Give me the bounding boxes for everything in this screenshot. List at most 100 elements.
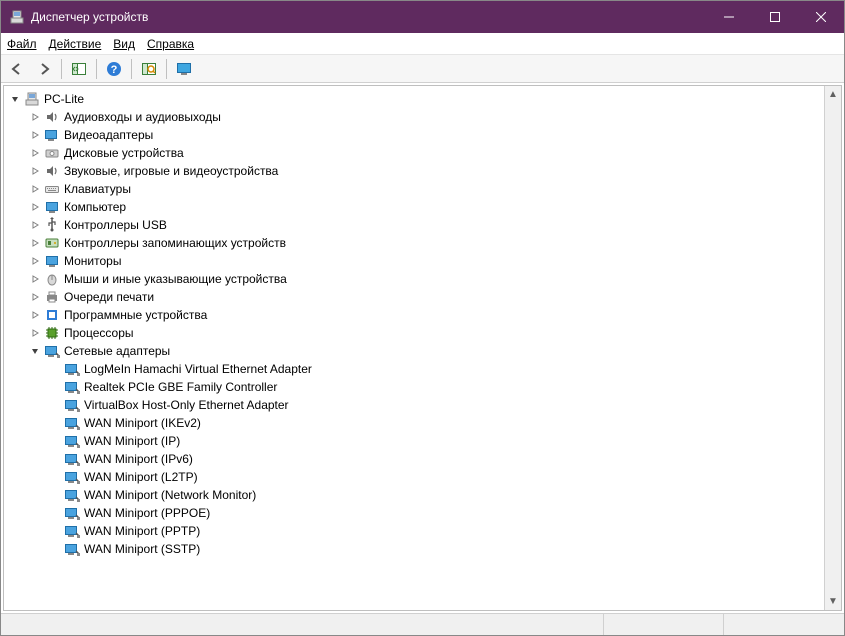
help-button[interactable]: ?: [102, 57, 126, 81]
sound-icon: [44, 163, 60, 179]
collapse-toggle[interactable]: [8, 92, 22, 106]
scan-hardware-button[interactable]: [137, 57, 161, 81]
svg-text:?: ?: [111, 64, 118, 76]
vertical-scrollbar[interactable]: ▲ ▼: [824, 86, 841, 610]
nic-icon: [64, 361, 80, 377]
tree-spacer: [48, 542, 62, 556]
category-label: Контроллеры запоминающих устройств: [64, 236, 286, 250]
device-label: WAN Miniport (IPv6): [84, 452, 193, 466]
tree-category[interactable]: Звуковые, игровые и видеоустройства: [4, 162, 824, 180]
storage-ctrl-icon: [44, 235, 60, 251]
device-label: WAN Miniport (Network Monitor): [84, 488, 256, 502]
back-button[interactable]: [5, 57, 29, 81]
toolbar-separator: [166, 59, 167, 79]
tree-category[interactable]: Клавиатуры: [4, 180, 824, 198]
tree-device[interactable]: VirtualBox Host-Only Ethernet Adapter: [4, 396, 824, 414]
forward-button[interactable]: [32, 57, 56, 81]
minimize-button[interactable]: [706, 1, 752, 33]
tree-device[interactable]: WAN Miniport (SSTP): [4, 540, 824, 558]
expand-toggle[interactable]: [28, 128, 42, 142]
tree-category[interactable]: Дисковые устройства: [4, 144, 824, 162]
menubar: Файл Действие Вид Справка: [1, 33, 844, 55]
nic-icon: [64, 433, 80, 449]
category-label: Видеоадаптеры: [64, 128, 153, 142]
show-hide-tree-button[interactable]: [67, 57, 91, 81]
collapse-toggle[interactable]: [28, 344, 42, 358]
tree-category[interactable]: Мыши и иные указывающие устройства: [4, 270, 824, 288]
category-label: Звуковые, игровые и видеоустройства: [64, 164, 278, 178]
nic-icon: [64, 379, 80, 395]
tree-category[interactable]: Видеоадаптеры: [4, 126, 824, 144]
scroll-up-button[interactable]: ▲: [825, 86, 842, 103]
tree-category[interactable]: Программные устройства: [4, 306, 824, 324]
tree-category[interactable]: Контроллеры USB: [4, 216, 824, 234]
tree-category[interactable]: Сетевые адаптеры: [4, 342, 824, 360]
close-button[interactable]: [798, 1, 844, 33]
tree-device[interactable]: WAN Miniport (IPv6): [4, 450, 824, 468]
tree-category[interactable]: Процессоры: [4, 324, 824, 342]
expand-toggle[interactable]: [28, 290, 42, 304]
toolbar-separator: [96, 59, 97, 79]
category-label: Контроллеры USB: [64, 218, 167, 232]
expand-toggle[interactable]: [28, 110, 42, 124]
audio-icon: [44, 109, 60, 125]
tree-category[interactable]: Очереди печати: [4, 288, 824, 306]
tree-root[interactable]: PC-Lite: [4, 90, 824, 108]
tree-device[interactable]: WAN Miniport (L2TP): [4, 468, 824, 486]
expand-toggle[interactable]: [28, 182, 42, 196]
expand-toggle[interactable]: [28, 236, 42, 250]
device-tree[interactable]: PC-Lite Аудиовходы и аудиовыходы Видеоадап…: [4, 86, 824, 610]
nic-icon: [64, 541, 80, 557]
category-label: Клавиатуры: [64, 182, 131, 196]
tree-device[interactable]: WAN Miniport (IKEv2): [4, 414, 824, 432]
monitor-button[interactable]: [172, 57, 196, 81]
device-label: WAN Miniport (PPPOE): [84, 506, 210, 520]
tree-spacer: [48, 452, 62, 466]
category-label: PC-Lite: [44, 92, 84, 106]
nic-icon: [64, 487, 80, 503]
scroll-down-button[interactable]: ▼: [825, 593, 842, 610]
expand-toggle[interactable]: [28, 308, 42, 322]
menu-view[interactable]: Вид: [113, 37, 135, 51]
category-label: Мониторы: [64, 254, 121, 268]
expand-toggle[interactable]: [28, 164, 42, 178]
category-label: Процессоры: [64, 326, 134, 340]
tree-device[interactable]: Realtek PCIe GBE Family Controller: [4, 378, 824, 396]
nic-icon: [64, 505, 80, 521]
computer-icon: [24, 91, 40, 107]
tree-category[interactable]: Компьютер: [4, 198, 824, 216]
mouse-icon: [44, 271, 60, 287]
expand-toggle[interactable]: [28, 218, 42, 232]
toolbar: ?: [1, 55, 844, 83]
nic-icon: [64, 451, 80, 467]
nic-icon: [64, 523, 80, 539]
tree-device[interactable]: WAN Miniport (PPPOE): [4, 504, 824, 522]
expand-toggle[interactable]: [28, 200, 42, 214]
tree-device[interactable]: LogMeIn Hamachi Virtual Ethernet Adapter: [4, 360, 824, 378]
category-label: Сетевые адаптеры: [64, 344, 170, 358]
tree-category[interactable]: Мониторы: [4, 252, 824, 270]
expand-toggle[interactable]: [28, 254, 42, 268]
tree-device[interactable]: WAN Miniport (PPTP): [4, 522, 824, 540]
menu-help[interactable]: Справка: [147, 37, 194, 51]
menu-file[interactable]: Файл: [7, 37, 37, 51]
category-label: Программные устройства: [64, 308, 207, 322]
expand-toggle[interactable]: [28, 146, 42, 160]
tree-device[interactable]: WAN Miniport (IP): [4, 432, 824, 450]
maximize-button[interactable]: [752, 1, 798, 33]
tree-spacer: [48, 380, 62, 394]
tree-spacer: [48, 506, 62, 520]
device-label: WAN Miniport (IP): [84, 434, 180, 448]
tree-category[interactable]: Аудиовходы и аудиовыходы: [4, 108, 824, 126]
category-label: Аудиовходы и аудиовыходы: [64, 110, 221, 124]
usb-icon: [44, 217, 60, 233]
app-icon: [9, 9, 25, 25]
nic-icon: [64, 469, 80, 485]
tree-category[interactable]: Контроллеры запоминающих устройств: [4, 234, 824, 252]
display-adapter-icon: [44, 127, 60, 143]
expand-toggle[interactable]: [28, 326, 42, 340]
menu-action[interactable]: Действие: [49, 37, 102, 51]
expand-toggle[interactable]: [28, 272, 42, 286]
tree-device[interactable]: WAN Miniport (Network Monitor): [4, 486, 824, 504]
category-label: Компьютер: [64, 200, 126, 214]
